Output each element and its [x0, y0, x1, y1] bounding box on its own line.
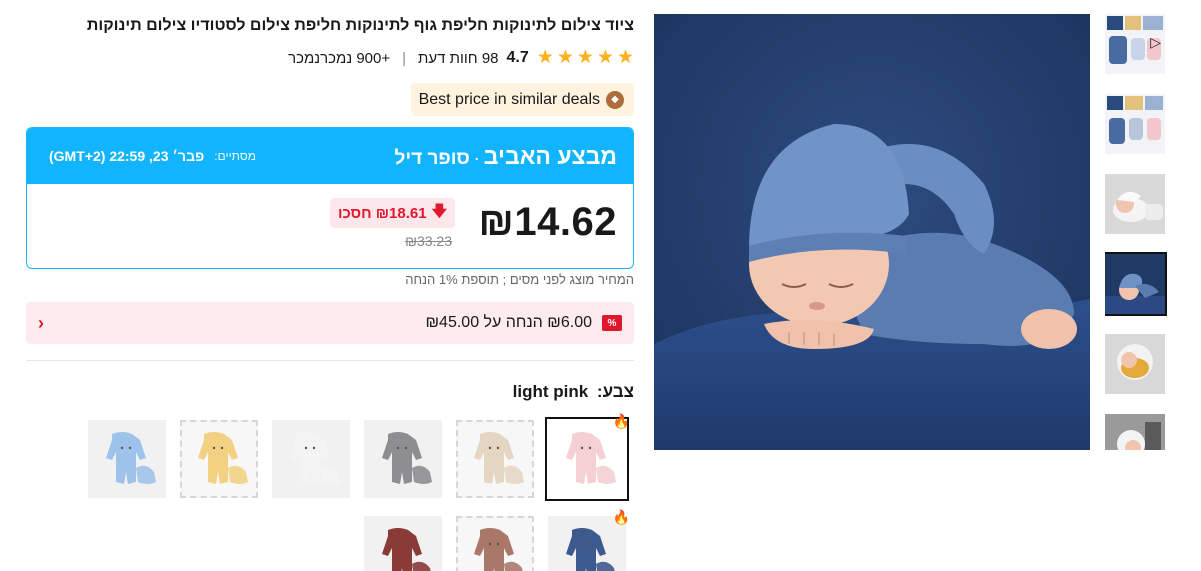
romper-image	[474, 432, 524, 484]
deal-name-dot: ·	[473, 147, 480, 168]
color-swatch-burgundy[interactable]	[364, 516, 442, 571]
deal-body: ₪14.62 🡇 ₪18.61 חסכו ₪33.23	[27, 184, 633, 268]
deal-header: מבצע האביב · סופר דיל מסתיים: פבר׳ 23, 2…	[27, 128, 633, 184]
rating-score: 4.7	[506, 49, 529, 66]
romper-image	[382, 432, 432, 484]
percent-icon: %	[602, 315, 622, 331]
thumbnail-image	[1105, 414, 1165, 450]
thumbnail-2[interactable]	[1105, 94, 1165, 154]
thumbnail-6[interactable]	[1105, 414, 1165, 450]
current-price: ₪14.62	[478, 200, 617, 244]
tag-icon: ◆	[606, 90, 624, 109]
thumbnail-image	[1105, 334, 1165, 394]
savings-badge: 🡇 ₪18.61 חסכו	[329, 198, 455, 228]
star-icon: ★	[536, 47, 554, 68]
coupon-banner[interactable]: % ₪6.00 הנחה על ₪45.00 ‹	[26, 302, 634, 344]
color-swatches: 🔥 🔥	[86, 413, 630, 571]
baby-photo	[654, 14, 1090, 450]
rating-row[interactable]: ★ ★ ★ ★ ★ 4.7 98 חוות דעת | +900 נמכרנמכ…	[288, 46, 634, 70]
rating-stars: ★ ★ ★ ★ ★	[537, 48, 634, 68]
deal-name-sub: סופר דיל	[394, 147, 470, 169]
chevron-left-icon[interactable]: ‹	[38, 313, 44, 334]
product-title: ציוד צילום לתינוקות חליפת גוף לתינוקות ח…	[86, 17, 634, 34]
color-swatch-brown[interactable]	[456, 516, 534, 571]
main-product-image[interactable]	[654, 14, 1090, 450]
romper-image	[106, 432, 156, 484]
color-swatch-white[interactable]	[272, 420, 350, 498]
deal-timer: מסתיים: פבר׳ 23, 22:59 (GMT+2)	[49, 148, 256, 164]
tax-note: המחיר מוצג לפני מסים ; תוספת 1% הנחה	[405, 272, 634, 287]
arrow-down-icon: 🡇	[431, 202, 447, 220]
savings-text: ₪18.61 חסכו	[337, 204, 427, 222]
color-swatch-grey[interactable]	[364, 420, 442, 498]
color-label-key: צבע:	[596, 382, 634, 401]
deal-box: מבצע האביב · סופר דיל מסתיים: פבר׳ 23, 2…	[26, 127, 634, 269]
best-price-label: Best price in similar deals	[418, 90, 600, 108]
reviews-count[interactable]: 98 חוות דעת	[418, 50, 498, 67]
deal-ends-label: מסתיים:	[214, 149, 256, 163]
sold-count: +900 נמכרנמכר	[288, 49, 391, 67]
color-swatch-yellow[interactable]	[180, 420, 258, 498]
thumbnail-3[interactable]	[1105, 174, 1165, 234]
romper-image	[290, 432, 340, 484]
coupon-text: ₪6.00 הנחה על ₪45.00	[425, 314, 592, 331]
color-swatch-navy[interactable]: 🔥	[548, 509, 630, 571]
deal-name-main: מבצע האביב	[483, 142, 617, 169]
thumbnail-5[interactable]	[1105, 334, 1165, 394]
star-icon: ★	[556, 47, 574, 68]
romper-image	[198, 432, 248, 484]
divider-pipe: |	[402, 49, 407, 67]
fire-icon: 🔥	[612, 509, 630, 525]
color-label: צבע: light pink	[513, 382, 634, 402]
thumbnail-image	[1105, 94, 1165, 154]
romper-image	[566, 528, 615, 571]
romper-image	[382, 528, 431, 571]
fire-icon: 🔥	[612, 413, 630, 429]
thumbnail-strip: ▷	[1105, 14, 1167, 450]
original-price: ₪33.23	[405, 233, 452, 249]
romper-image	[474, 528, 523, 571]
best-price-badge[interactable]: ◆ Best price in similar deals	[410, 83, 634, 116]
color-swatch-beige[interactable]	[456, 420, 534, 498]
romper-image	[566, 432, 616, 484]
thumbnail-image	[1105, 174, 1165, 234]
thumbnail-video[interactable]: ▷	[1105, 14, 1165, 74]
star-icon: ★	[616, 47, 634, 68]
color-label-value: light pink	[512, 382, 589, 401]
deal-name: מבצע האביב · סופר דיל	[395, 143, 617, 170]
star-icon: ★	[596, 47, 614, 68]
deal-ends-time: פבר׳ 23, 22:59 (GMT+2)	[49, 148, 205, 164]
section-divider	[26, 360, 634, 361]
thumbnail-4-selected[interactable]	[1105, 252, 1167, 316]
thumbnail-image	[1105, 254, 1165, 314]
play-icon: ▷	[1150, 34, 1161, 50]
star-icon: ★	[576, 47, 594, 68]
color-swatch-light-blue[interactable]	[88, 420, 166, 498]
color-swatch-light-pink[interactable]: 🔥	[545, 413, 630, 501]
